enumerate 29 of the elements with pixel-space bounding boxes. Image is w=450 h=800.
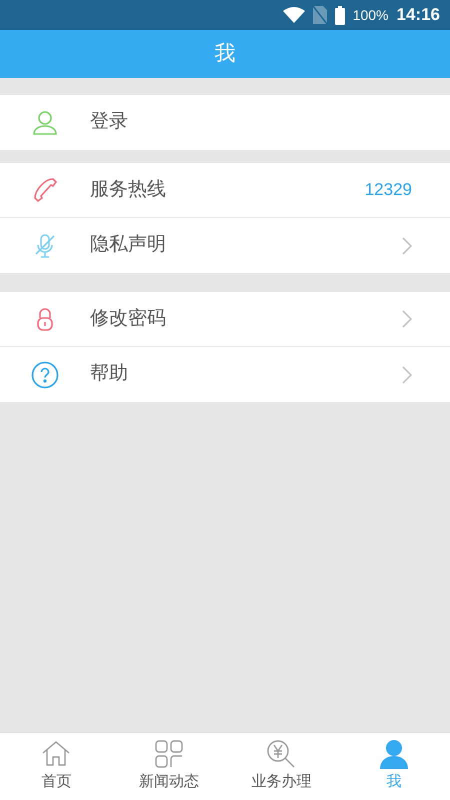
menu-item[interactable]: 登录 — [0, 95, 450, 150]
menu-item-label: 登录 — [90, 110, 129, 134]
tab-item[interactable]: 新闻动态 — [112, 733, 225, 800]
menu-item-label: 隐私声明 — [90, 233, 167, 258]
page-title: 我 — [214, 41, 236, 68]
phone-icon — [31, 176, 59, 204]
person-icon — [31, 108, 59, 136]
chevron-right-icon — [402, 310, 412, 328]
chevron-right-icon — [402, 236, 412, 254]
grid-icon — [154, 739, 184, 770]
menu-item[interactable]: 隐私声明 — [0, 218, 450, 273]
tab-item[interactable]: 首页 — [0, 733, 112, 800]
clock-time: 14:16 — [396, 4, 440, 26]
menu-item-label: 服务热线 — [90, 178, 167, 202]
no-sim-icon — [312, 6, 327, 24]
chevron-right-icon — [402, 366, 412, 384]
battery-icon — [334, 6, 345, 24]
menu-item[interactable]: 服务热线 12329 — [0, 163, 450, 218]
battery-percent: 100% — [352, 6, 389, 24]
menu-item[interactable]: 帮助 — [0, 347, 450, 402]
tab-item[interactable]: 业务办理 — [225, 733, 338, 800]
wifi-icon — [282, 7, 305, 23]
menu-item-label: 修改密码 — [90, 306, 167, 331]
menu-item[interactable]: 修改密码 — [0, 292, 450, 347]
person-icon — [378, 739, 409, 770]
hotline-number: 12329 — [364, 179, 412, 202]
help-icon — [31, 360, 59, 388]
yen-search-icon — [266, 739, 296, 770]
menu-item-label: 帮助 — [90, 362, 129, 386]
